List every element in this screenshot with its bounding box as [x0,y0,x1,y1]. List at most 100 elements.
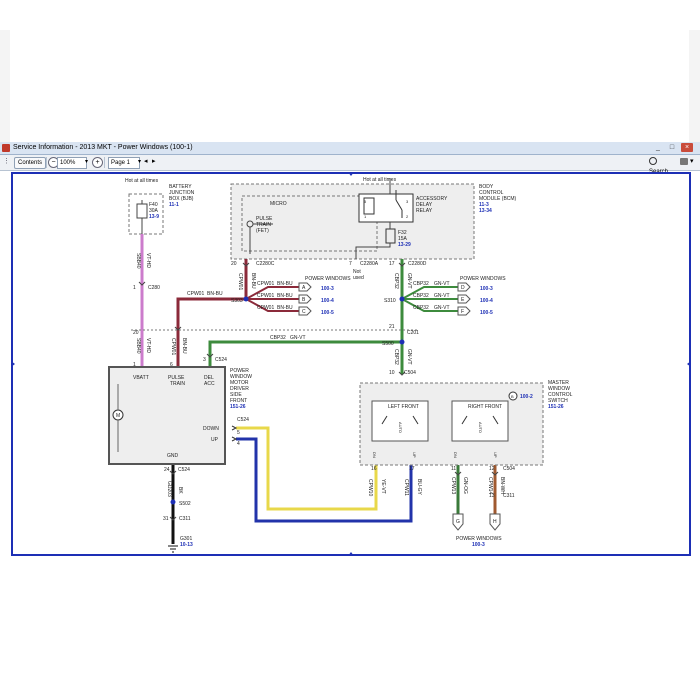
close-button[interactable]: × [681,143,693,152]
wire-label-cbp32-d: CBP32 [413,281,429,287]
wire-label-yevt: YE-VT [380,479,386,494]
hot-at-all-times-right: Hot at all times [363,177,397,183]
wire-cbp32-branches [401,286,458,312]
title-bar: Service Information - 2013 MKT - Power W… [0,142,700,155]
not-used-2: used [353,275,364,281]
wire-label-cbp32-v: CBP32 [393,273,399,289]
next-page-icon[interactable]: ▸ [152,157,156,167]
pin-17b: 17 [409,466,415,472]
wire-label-bnbu-c: BN-BU [277,305,293,311]
connector-c2280d: C2280D [408,261,427,267]
pin-12: 12 [489,466,495,472]
dn-left: DN [372,452,377,458]
connector-c524a: C524 [215,357,227,363]
wire-label-cpw10: CPW10 [367,479,373,496]
pin-1: 1 [133,285,136,291]
wire-label-vthd: VT-HD [145,253,151,268]
master-ref: 151-26 [548,404,564,410]
ground-icon [168,545,178,553]
pin-5: 5 [237,430,240,436]
fuse-right-ref: 13-29 [398,242,411,248]
connector-g-letter: G [456,519,460,525]
wire-label-gnvt-h: GN-VT [290,335,306,341]
wire-label-cbp32-h: CBP32 [270,335,286,341]
options-icon[interactable]: ▾ [690,157,694,167]
previous-page-icon[interactable]: ◂ [144,157,148,167]
ref-top-3: 100-5 [321,310,334,316]
ref-top-1: 100-3 [321,286,334,292]
wire-label-gnog: GN-OG [462,477,468,494]
page-dropdown-icon[interactable]: ▾ [138,157,141,167]
connector-f-letter: F [461,309,464,315]
ref-right-3: 100-5 [480,310,493,316]
motor-ref: 151-26 [230,404,246,410]
zoom-dropdown-icon[interactable]: ▾ [85,157,88,167]
right-front-label: RIGHT FRONT [468,404,502,410]
up-left: UP [412,452,417,458]
connector-c504b: C504 [503,466,515,472]
wire-label-cbp32-f: CBP32 [413,305,429,311]
power-windows-top-label: POWER WINDOWS [305,276,351,282]
print-icon[interactable] [680,158,688,165]
pin-3: 3 [203,357,206,363]
connector-c524c: C524 [178,467,190,473]
pin-10: 10 [389,370,395,376]
wire-label-bnwh: BN-WH [499,477,505,494]
app-icon [2,144,10,152]
wire-label-cbp32-e: CBP32 [413,293,429,299]
connector-d-letter: D [461,285,465,291]
wire-label-cpw14: CPW14 [487,477,493,494]
zoom-in-icon[interactable]: + [92,157,103,168]
wire-label-vthd-b: VT-HD [145,338,151,353]
connector-c504a: C504 [404,370,416,376]
wire-label-gd203: GD203 [166,481,172,497]
fet-label-3: (FET) [256,228,269,234]
pin-17: 17 [389,261,395,267]
connector-c311a: C311 [179,516,191,522]
splice-s502: S502 [179,501,191,507]
ground-g301-ref: 10-13 [180,542,193,548]
motor-down: DOWN [203,426,219,432]
wire-label-gnvt-f: GN-VT [434,305,450,311]
connector-c2280a: C2280A [360,261,379,267]
pin-7: 7 [349,261,352,267]
micro-label: MICRO [270,201,287,207]
page-field[interactable]: Page 1 [108,157,140,169]
master-b: B [511,394,514,399]
wire-label-bnbu-d: BN-BU [181,338,187,354]
search-button[interactable]: Search [649,157,677,175]
splice-s303: S303 [231,298,243,304]
wire-label-gnvt-e: GN-VT [434,293,450,299]
wiring-diagram-canvas: Hot at all times Hot at all times BATTER… [11,172,691,556]
toolbar-divider [104,157,105,168]
minimize-button[interactable]: _ [652,143,664,152]
search-icon [649,157,657,166]
wire-label-cpw01-a: CPW01 [257,281,274,287]
wire-label-cpw01-c: CPW01 [257,305,274,311]
pin-1b: 1 [133,362,136,368]
pin-16: 16 [371,466,377,472]
toolbar-divider [46,157,47,168]
connector-c201: C201 [407,330,419,336]
zoom-select[interactable]: 100% [57,157,87,169]
ref-top-2: 100-4 [321,298,334,304]
pin-6: 6 [170,362,173,368]
bjb-ref: 11-1 [169,202,179,208]
master-b-ref: 100-2 [520,394,533,400]
wire-label-cpw01-h: CPW01 [187,291,204,297]
wire-label-gnvt-d: GN-VT [434,281,450,287]
contents-button[interactable]: Contents [14,157,46,169]
wire-label-gnvt-v2: GN-VT [406,349,412,365]
splice-s310: S310 [384,298,396,304]
relay-label-3: RELAY [416,208,433,214]
viewer-window: Service Information - 2013 MKT - Power W… [0,142,700,558]
left-front-label: LEFT FRONT [388,404,419,410]
wire-label-bk: BK [177,487,183,494]
splice-s500: S500 [382,341,394,347]
maximize-button[interactable]: □ [666,143,678,152]
bcm-ref-2: 13-34 [479,208,492,214]
motor-m-label: M [116,413,120,419]
grip-icon: ⋮ [3,158,10,165]
fuse-left-symbol [136,203,148,219]
wiring-diagram: Hot at all times Hot at all times BATTER… [13,174,689,554]
